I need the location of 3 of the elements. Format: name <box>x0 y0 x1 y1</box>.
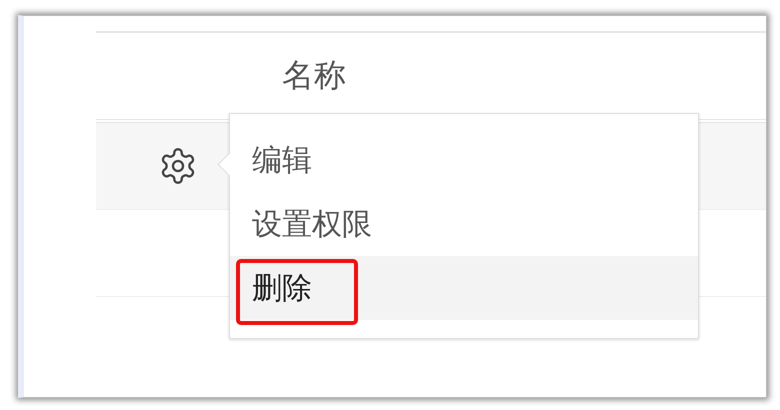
menu-item[interactable]: 设置权限 <box>230 192 698 256</box>
column-header: 名称 <box>282 55 346 96</box>
menu-item[interactable]: 编辑 <box>230 128 698 192</box>
